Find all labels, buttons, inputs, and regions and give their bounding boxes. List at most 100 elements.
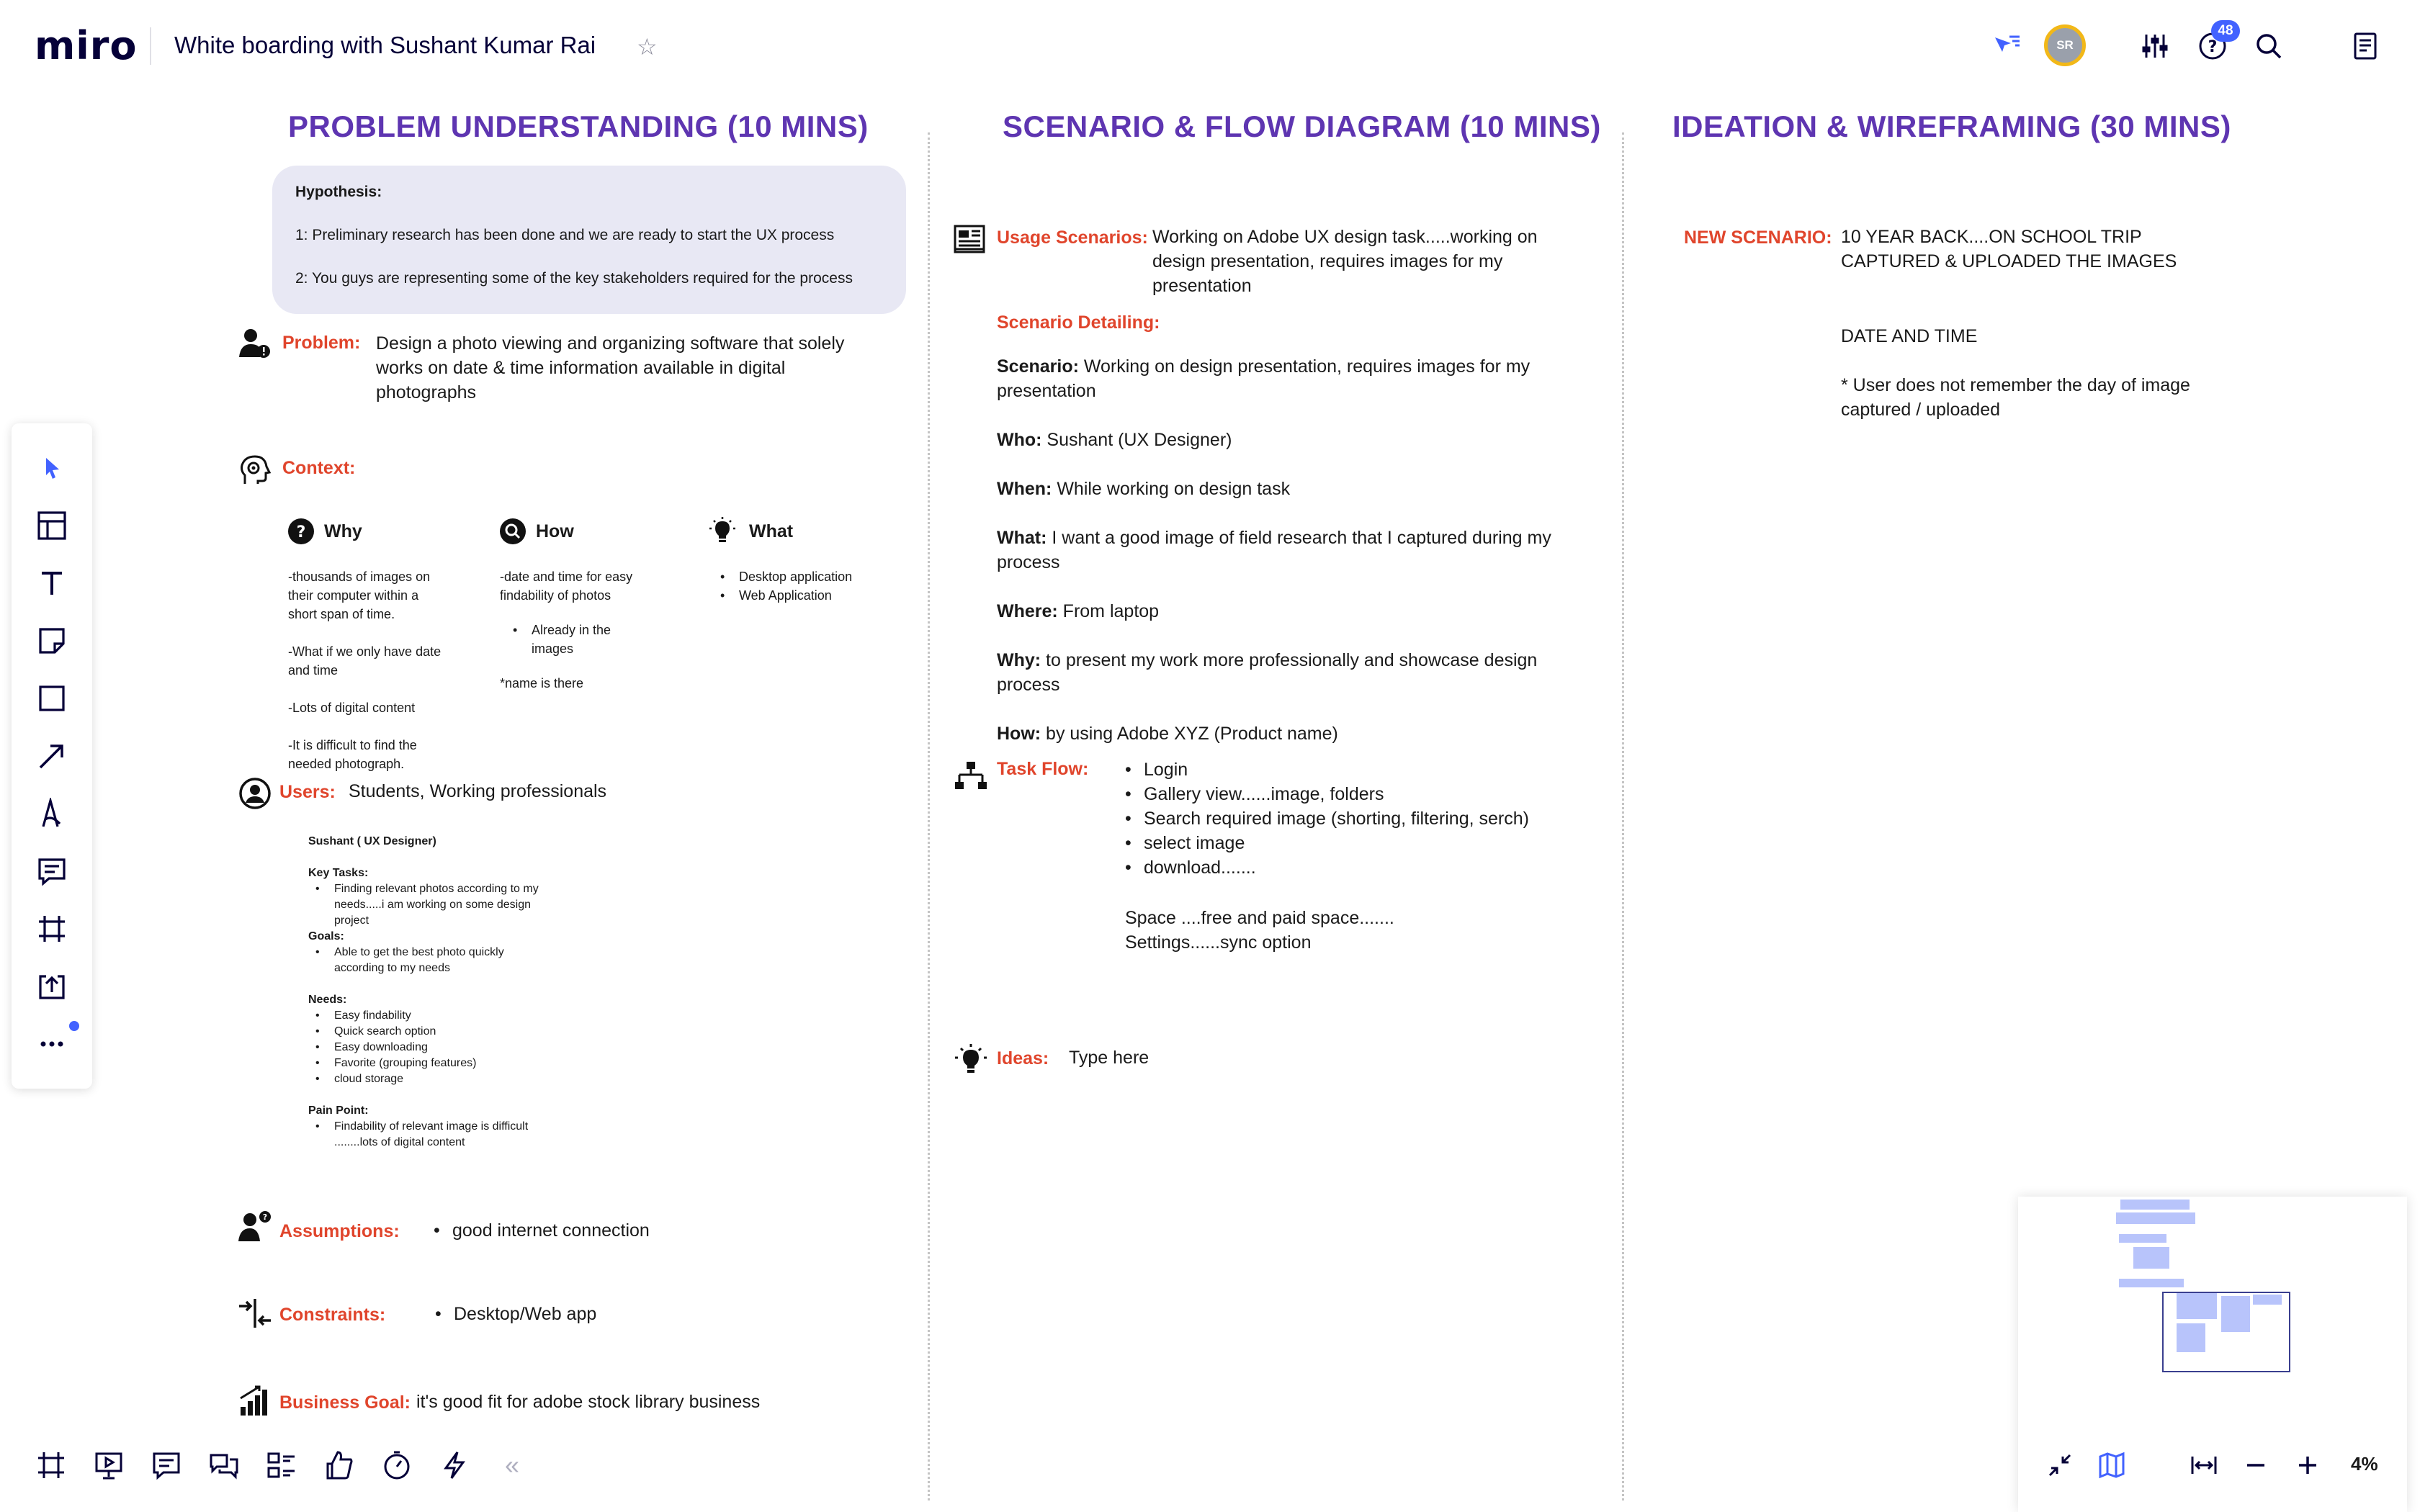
frames-icon[interactable] bbox=[29, 1443, 73, 1488]
assumptions-label: Assumptions: bbox=[279, 1221, 400, 1241]
usage-scenarios-label: Usage Scenarios: bbox=[997, 228, 1148, 248]
board-title[interactable]: White boarding with Sushant Kumar Rai bbox=[174, 32, 596, 59]
section-divider bbox=[928, 132, 930, 1500]
hypothesis-card[interactable]: Hypothesis: 1: Preliminary research has … bbox=[272, 166, 906, 314]
date-time-text[interactable]: DATE AND TIME bbox=[1841, 324, 2244, 348]
scenario-detail-row: Where: From laptop bbox=[997, 599, 1573, 624]
collapse-toolbar-icon[interactable]: « bbox=[490, 1443, 534, 1488]
sliders-icon[interactable] bbox=[2133, 24, 2177, 68]
newspaper-icon bbox=[954, 225, 985, 253]
problem-label: Problem: bbox=[282, 333, 361, 353]
ideas-text[interactable]: Type here bbox=[1069, 1045, 1285, 1070]
lightning-icon[interactable] bbox=[432, 1443, 477, 1488]
map-icon[interactable] bbox=[2092, 1443, 2132, 1488]
settings-note[interactable]: Settings......sync option bbox=[1125, 930, 1557, 955]
chat-icon[interactable] bbox=[202, 1443, 246, 1488]
select-icon[interactable] bbox=[30, 446, 73, 490]
text-tool-icon[interactable] bbox=[30, 562, 73, 605]
ideas-label: Ideas: bbox=[997, 1048, 1049, 1068]
new-scenario-text[interactable]: 10 YEAR BACK....ON SCHOOL TRIP CAPTURED … bbox=[1841, 225, 2244, 274]
frame-icon[interactable] bbox=[30, 907, 73, 950]
presentation-icon[interactable] bbox=[86, 1443, 131, 1488]
why-item: -thousands of images on their computer w… bbox=[288, 570, 431, 621]
minimap-block bbox=[2133, 1247, 2169, 1269]
fit-width-icon[interactable] bbox=[2184, 1443, 2224, 1488]
what-list[interactable]: Desktop application Web Application bbox=[720, 567, 879, 605]
comments-icon[interactable] bbox=[144, 1443, 189, 1488]
task-flow-item: Gallery view......image, folders bbox=[1125, 782, 1586, 806]
user-assumption-icon: ? bbox=[238, 1211, 271, 1241]
pain-point-title: Pain Point: bbox=[308, 1104, 369, 1117]
arrow-icon[interactable] bbox=[30, 734, 73, 778]
assumptions-list[interactable]: good internet connection bbox=[434, 1218, 794, 1243]
section-title-scenario: SCENARIO & FLOW DIAGRAM (10 MINS) bbox=[1003, 109, 1601, 143]
scenario-detail-key: What: bbox=[997, 528, 1047, 548]
constraints-list[interactable]: Desktop/Web app bbox=[435, 1302, 795, 1326]
context-label: Context: bbox=[282, 458, 356, 478]
ideation-note[interactable]: * User does not remember the day of imag… bbox=[1841, 373, 2244, 422]
scenario-detail-list[interactable]: Scenario: Working on design presentation… bbox=[997, 354, 1573, 746]
scenario-detail-key: When: bbox=[997, 479, 1052, 499]
pen-icon[interactable] bbox=[30, 792, 73, 835]
magnifier-icon bbox=[500, 518, 526, 544]
thumbs-up-icon[interactable] bbox=[317, 1443, 362, 1488]
sticky-note-icon[interactable] bbox=[30, 619, 73, 662]
how-text: -date and time for easy findability of p… bbox=[500, 570, 633, 603]
hypothesis-line: 1: Preliminary research has been done an… bbox=[295, 227, 835, 243]
star-icon[interactable]: ☆ bbox=[637, 33, 658, 60]
flowchart-icon bbox=[955, 762, 987, 789]
notes-icon[interactable] bbox=[2344, 24, 2387, 68]
need-item: Easy findability bbox=[315, 1008, 539, 1024]
zoom-in-icon[interactable] bbox=[2287, 1443, 2328, 1488]
task-flow-item: Search required image (shorting, filteri… bbox=[1125, 806, 1586, 831]
usage-scenarios-text[interactable]: Working on Adobe UX design task.....work… bbox=[1152, 225, 1570, 298]
search-icon[interactable] bbox=[2247, 24, 2290, 68]
why-title: Why bbox=[324, 521, 362, 541]
constraints-icon bbox=[239, 1299, 271, 1328]
templates-icon[interactable] bbox=[30, 504, 73, 547]
what-title: What bbox=[749, 521, 794, 541]
section-title-problem: PROBLEM UNDERSTANDING (10 MINS) bbox=[288, 109, 869, 143]
how-list[interactable]: -date and time for easy findability of p… bbox=[500, 567, 644, 693]
what-item: Desktop application bbox=[720, 567, 879, 586]
more-indicator-dot bbox=[69, 1021, 79, 1031]
minimap-block bbox=[2116, 1212, 2195, 1224]
comment-icon[interactable] bbox=[30, 850, 73, 893]
more-icon[interactable] bbox=[30, 1022, 73, 1066]
zoom-out-icon[interactable] bbox=[2236, 1443, 2276, 1488]
scenario-detail-value: From laptop bbox=[1057, 601, 1160, 621]
cursor-filter-icon[interactable] bbox=[1985, 24, 2028, 68]
scenario-detail-value: Sushant (UX Designer) bbox=[1041, 430, 1232, 450]
section-divider bbox=[1622, 132, 1624, 1500]
space-note[interactable]: Space ....free and paid space....... bbox=[1125, 906, 1557, 930]
task-flow-item: select image bbox=[1125, 831, 1586, 855]
business-goal-text[interactable]: it's good fit for adobe stock library bu… bbox=[416, 1390, 892, 1414]
shape-icon[interactable] bbox=[30, 677, 73, 720]
scenario-detail-row: When: While working on design task bbox=[997, 477, 1573, 501]
scenario-detail-value: I want a good image of field research th… bbox=[997, 528, 1551, 572]
miro-logo[interactable]: miro bbox=[35, 23, 138, 68]
collapse-minimap-icon[interactable] bbox=[2040, 1443, 2080, 1488]
minimap-block bbox=[2120, 1200, 2190, 1210]
scenario-detail-key: Scenario: bbox=[997, 356, 1079, 377]
zoom-level[interactable]: 4% bbox=[2351, 1453, 2378, 1475]
task-flow-item: download....... bbox=[1125, 855, 1586, 880]
scenario-detail-key: How: bbox=[997, 724, 1041, 744]
scenario-detail-row: Why: to present my work more professiona… bbox=[997, 648, 1573, 697]
needs-title: Needs: bbox=[308, 994, 347, 1006]
section-title-ideation: IDEATION & WIREFRAMING (30 MINS) bbox=[1672, 109, 2231, 143]
persona-card[interactable]: Sushant ( UX Designer) Key Tasks: Findin… bbox=[308, 834, 539, 1151]
why-item: -Lots of digital content bbox=[288, 701, 416, 715]
how-bullet: Already in the images bbox=[513, 621, 628, 658]
upload-icon[interactable] bbox=[30, 965, 73, 1008]
scenario-detail-value: While working on design task bbox=[1052, 479, 1291, 499]
users-text[interactable]: Students, Working professionals bbox=[349, 779, 853, 804]
timer-icon[interactable] bbox=[375, 1443, 419, 1488]
avatar[interactable]: SR bbox=[2044, 24, 2086, 66]
minimap-viewport[interactable] bbox=[2162, 1292, 2290, 1372]
card-list-icon[interactable] bbox=[259, 1443, 304, 1488]
task-flow-list[interactable]: Login Gallery view......image, folders S… bbox=[1125, 757, 1586, 880]
task-flow-item: Login bbox=[1125, 757, 1586, 782]
problem-text[interactable]: Design a photo viewing and organizing so… bbox=[376, 331, 866, 405]
why-list[interactable]: -thousands of images on their computer w… bbox=[288, 567, 447, 773]
